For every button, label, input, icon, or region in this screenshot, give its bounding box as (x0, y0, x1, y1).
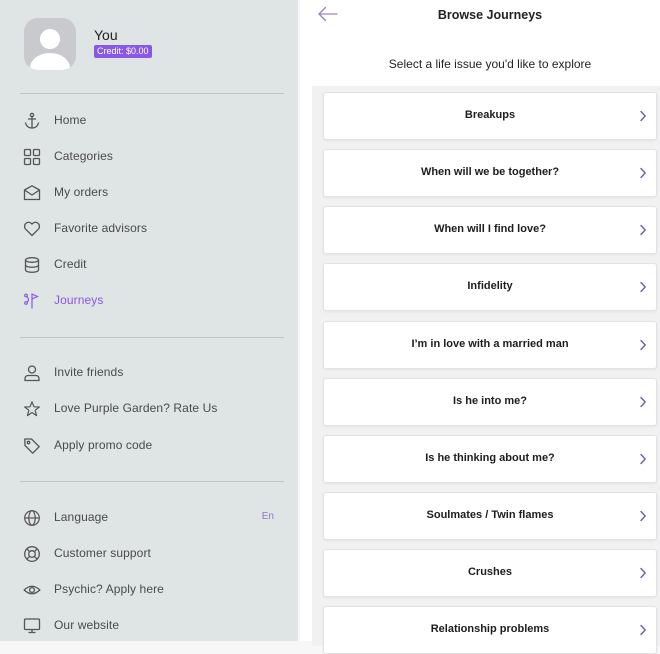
sidebar-item-language[interactable]: Language En (0, 502, 298, 534)
sidebar-item-label: Invite friends (54, 365, 124, 379)
sidebar-item-promo-code[interactable]: Apply promo code (0, 430, 298, 462)
sidebar: You Credit: $0.00 Home Categories My ord… (0, 0, 298, 641)
journey-label: I’m in love with a married man (411, 338, 569, 350)
sidebar-item-label: Love Purple Garden? Rate Us (54, 401, 218, 415)
sidebar-item-label: Home (54, 113, 87, 127)
journey-icon (22, 291, 42, 311)
eye-icon (22, 580, 42, 600)
journey-label: Soulmates / Twin flames (426, 509, 554, 521)
sidebar-item-invite-friends[interactable]: Invite friends (0, 357, 298, 389)
journey-label: When will we be together? (420, 166, 560, 178)
journey-label: Is he into me? (453, 395, 527, 407)
sidebar-item-my-orders[interactable]: My orders (0, 177, 298, 209)
chevron-right-icon (640, 110, 646, 122)
journey-card[interactable]: Is he thinking about me? (323, 435, 657, 483)
chevron-right-icon (640, 624, 646, 636)
heart-icon (22, 219, 42, 239)
profile-name: You (94, 27, 118, 43)
journey-label: Is he thinking about me? (425, 452, 555, 464)
sidebar-item-label: My orders (54, 185, 109, 199)
journey-label: Crushes (467, 566, 513, 578)
chevron-right-icon (640, 396, 646, 408)
sidebar-divider (20, 337, 284, 338)
tag-icon (22, 436, 42, 456)
journey-list: Breakups When will we be together? When … (312, 86, 660, 654)
journey-card[interactable]: I’m in love with a married man (323, 321, 657, 369)
sidebar-item-customer-support[interactable]: Customer support (0, 538, 298, 570)
sidebar-divider (20, 481, 284, 482)
journey-card[interactable]: Relationship problems (323, 606, 657, 654)
journey-card[interactable]: Soulmates / Twin flames (323, 492, 657, 540)
envelope-icon (22, 183, 42, 203)
sidebar-item-psychic-apply[interactable]: Psychic? Apply here (0, 574, 298, 606)
coins-icon (22, 255, 42, 275)
chevron-right-icon (640, 224, 646, 236)
sidebar-item-label: Journeys (54, 293, 104, 307)
sidebar-item-favorite-advisors[interactable]: Favorite advisors (0, 213, 298, 245)
person-icon (22, 363, 42, 383)
sidebar-item-label: Our website (54, 618, 120, 632)
credit-badge: Credit: $0.00 (94, 45, 152, 58)
journey-card[interactable]: Infidelity (323, 263, 657, 311)
grid-icon (22, 147, 42, 167)
sidebar-item-categories[interactable]: Categories (0, 141, 298, 173)
star-icon (22, 399, 42, 419)
sidebar-item-label: Psychic? Apply here (54, 582, 164, 596)
journey-label: Breakups (464, 109, 516, 121)
chevron-right-icon (640, 567, 646, 579)
sidebar-item-label: Categories (54, 149, 114, 163)
journey-label: When will I find love? (434, 223, 546, 235)
sidebar-item-home[interactable]: Home (0, 105, 298, 137)
chevron-right-icon (640, 281, 646, 293)
avatar[interactable] (24, 18, 76, 70)
sidebar-item-rate-us[interactable]: Love Purple Garden? Rate Us (0, 393, 298, 425)
sidebar-item-journeys[interactable]: Journeys (0, 285, 298, 317)
language-value: En (261, 511, 274, 522)
journey-card[interactable]: Is he into me? (323, 378, 657, 426)
sidebar-item-label: Customer support (54, 546, 151, 560)
anchor-icon (22, 111, 42, 131)
journey-label: Infidelity (467, 280, 513, 292)
avatar-placeholder-icon (24, 18, 76, 70)
journey-card[interactable]: Crushes (323, 549, 657, 597)
monitor-icon (22, 616, 42, 636)
journey-card[interactable]: When will we be together? (323, 149, 657, 197)
sidebar-item-label: Credit (54, 257, 87, 271)
lifebuoy-icon (22, 544, 42, 564)
journey-card[interactable]: Breakups (323, 92, 657, 140)
globe-icon (22, 508, 42, 528)
chevron-right-icon (640, 510, 646, 522)
chevron-right-icon (640, 167, 646, 179)
sidebar-item-our-website[interactable]: Our website (0, 610, 298, 641)
journey-card[interactable]: When will I find love? (323, 206, 657, 254)
sidebar-item-credit[interactable]: Credit (0, 249, 298, 281)
page-title: Browse Journeys (437, 8, 543, 22)
main-panel: Browse Journeys Select a life issue you'… (300, 0, 660, 654)
sidebar-item-label: Language (54, 510, 109, 524)
profile-header[interactable]: You Credit: $0.00 (24, 18, 284, 74)
chevron-right-icon (640, 339, 646, 351)
page-subtitle: Select a life issue you'd like to explor… (388, 57, 592, 71)
sidebar-item-label: Apply promo code (54, 438, 153, 452)
journey-label: Relationship problems (430, 623, 550, 635)
sidebar-divider (20, 93, 284, 94)
sidebar-item-label: Favorite advisors (54, 221, 148, 235)
chevron-right-icon (640, 453, 646, 465)
